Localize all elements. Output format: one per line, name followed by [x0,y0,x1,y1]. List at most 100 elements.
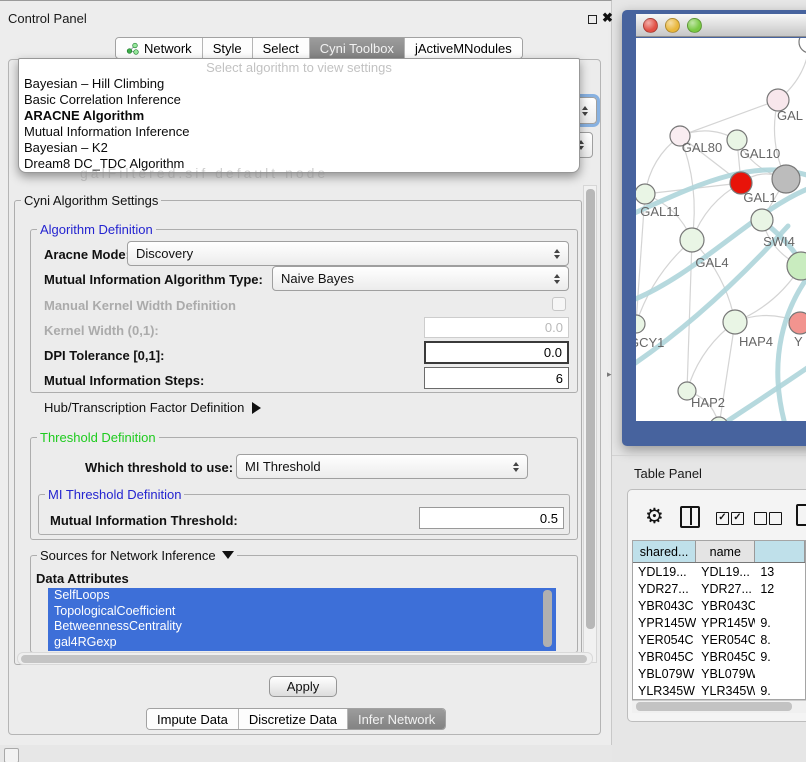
screen: Control Panel ✖ NetworkStyleSelectCyni T… [0,0,806,762]
column-header-name[interactable]: name [696,541,755,562]
table-cell: YDR27... [633,582,696,596]
node-top-right[interactable] [799,38,806,53]
node-hap4[interactable] [723,310,747,334]
table-header-row: shared...name [633,541,805,563]
select-all-checkbox-icon[interactable]: ✓ [731,512,744,525]
docked-panel-icon[interactable] [4,748,19,762]
chevron-down-icon [222,551,234,559]
table-cell: 9. [755,684,805,698]
table-cell: YLR345W [633,684,696,698]
zoom-traffic-light[interactable] [687,18,702,33]
node-salmon[interactable] [789,312,806,334]
clear-checkbox-icon[interactable] [754,512,767,525]
tab-label: jActiveMNodules [415,41,512,56]
column-header-2[interactable] [755,541,805,562]
algorithm-option-mutual-information-inference[interactable]: Mutual Information Inference [19,124,579,140]
float-window-icon[interactable] [588,15,597,24]
node-gal-partial-label: GAL [777,108,803,123]
algorithm-option-bayesian-hill-climbing[interactable]: Bayesian – Hill Climbing [19,76,579,92]
tab-infer-network[interactable]: Infer Network [347,709,445,729]
node-gray[interactable] [772,165,800,193]
apply-button[interactable]: Apply [269,676,337,697]
kernel-width-input[interactable] [424,317,569,338]
table-row[interactable]: YLR345WYLR345W9. [633,682,805,699]
clear-checkbox-icon[interactable] [769,512,782,525]
manual-kernel-width-checkbox[interactable] [552,297,566,311]
attribute-item-topologicalcoefficient[interactable]: TopologicalCoefficient [48,604,556,620]
manual-kernel-width-label: Manual Kernel Width Definition [44,298,236,313]
settings-vertical-scrollbar-thumb[interactable] [586,189,595,629]
algorithm-option-aracne-algorithm[interactable]: ARACNE Algorithm [19,108,579,124]
mi-threshold-input[interactable] [419,507,564,529]
table-cell: YDL19... [633,565,696,579]
kernel-width-label: Kernel Width (0,1): [44,323,159,338]
attribute-item-gal4rgexp[interactable]: gal4RGexp [48,635,556,651]
table-cell: YPR145W [696,616,755,630]
network-graph: GALGAL80GAL10GAL1GAL11SWI4GAL4YHAP4GCY1H… [636,38,806,421]
network-window-titlebar[interactable] [636,14,806,37]
node-bottom[interactable] [710,417,728,421]
minimize-traffic-light[interactable] [665,18,680,33]
node-swi4[interactable] [751,209,773,231]
node-gcy1-label: GCY1 [636,335,664,350]
algorithm-option-bayesian-k2[interactable]: Bayesian – K2 [19,140,579,156]
node-gal4[interactable] [680,228,704,252]
network-edge[interactable] [687,322,735,391]
tab-label: Impute Data [157,712,228,727]
table-cell: YBR043C [696,599,755,613]
network-edge-thick[interactable] [714,366,806,421]
document-icon[interactable] [796,504,806,526]
table-row[interactable]: YPR145WYPR145W9. [633,614,805,631]
network-canvas[interactable]: GALGAL80GAL10GAL1GAL11SWI4GAL4YHAP4GCY1H… [636,38,806,421]
attribute-item-selfloops[interactable]: SelfLoops [48,588,556,604]
node-table: shared...name YDL19...YDL19...13YDR27...… [632,540,806,700]
table-horizontal-scrollbar-thumb[interactable] [636,702,792,711]
tab-style[interactable]: Style [202,38,252,58]
mi-algorithm-type-select[interactable]: Naive Bayes [272,266,569,291]
node-gal11[interactable] [636,184,655,204]
mi-algorithm-type-label: Mutual Information Algorithm Type: [44,272,263,287]
node-gcy1[interactable] [636,315,645,333]
table-row[interactable]: YDL19...YDL19...13 [633,563,805,580]
algorithm-option-basic-correlation-inference[interactable]: Basic Correlation Inference [19,92,579,108]
table-cell: YDR27... [696,582,755,596]
dpi-tolerance-input[interactable] [424,341,569,364]
stepper-arrows-icon [550,274,564,284]
table-panel-title: Table Panel [634,466,702,481]
table-cell: YPR145W [633,616,696,630]
mi-threshold-definition-legend: MI Threshold Definition [45,487,184,502]
mi-steps-input[interactable] [424,367,569,389]
tab-discretize-data[interactable]: Discretize Data [238,709,347,729]
attribute-item-betweennesscentrality[interactable]: BetweennessCentrality [48,619,556,635]
node-green-large[interactable] [787,252,806,280]
which-threshold-select[interactable]: MI Threshold [236,454,528,479]
table-row[interactable]: YER054CYER054C8. [633,631,805,648]
list-scrollbar-thumb[interactable] [543,590,552,647]
network-edge[interactable] [687,240,692,391]
table-row[interactable]: YBR043CYBR043C [633,597,805,614]
gear-icon[interactable]: ⚙ [645,506,664,527]
split-columns-icon[interactable] [680,506,700,528]
column-header-shared[interactable]: shared... [633,541,696,562]
tab-label: Style [213,41,242,56]
table-row[interactable]: YBL079WYBL079W [633,665,805,682]
hub-definition-toggle[interactable]: Hub/Transcription Factor Definition [44,400,261,415]
which-threshold-label: Which threshold to use: [85,460,233,475]
tab-jactivemnodules[interactable]: jActiveMNodules [404,38,522,58]
tab-impute-data[interactable]: Impute Data [147,709,238,729]
settings-horizontal-scrollbar-thumb[interactable] [21,655,587,663]
aracne-mode-select[interactable]: Discovery [127,241,569,266]
tab-cyni-toolbox[interactable]: Cyni Toolbox [309,38,404,58]
table-row[interactable]: YDR27...YDR27...12 [633,580,805,597]
cursor-artifact: ▸ [607,369,612,380]
tab-select[interactable]: Select [252,38,309,58]
close-traffic-light[interactable] [643,18,658,33]
hub-definition-label: Hub/Transcription Factor Definition [44,400,244,415]
table-row[interactable]: YBR045CYBR045C9. [633,648,805,665]
network-edge[interactable] [680,100,778,136]
node-gal4-label: GAL4 [695,255,728,270]
close-icon[interactable]: ✖ [602,10,613,26]
tab-network[interactable]: Network [116,38,202,58]
sources-legend[interactable]: Sources for Network Inference [37,548,237,563]
select-all-checkbox-icon[interactable]: ✓ [716,512,729,525]
